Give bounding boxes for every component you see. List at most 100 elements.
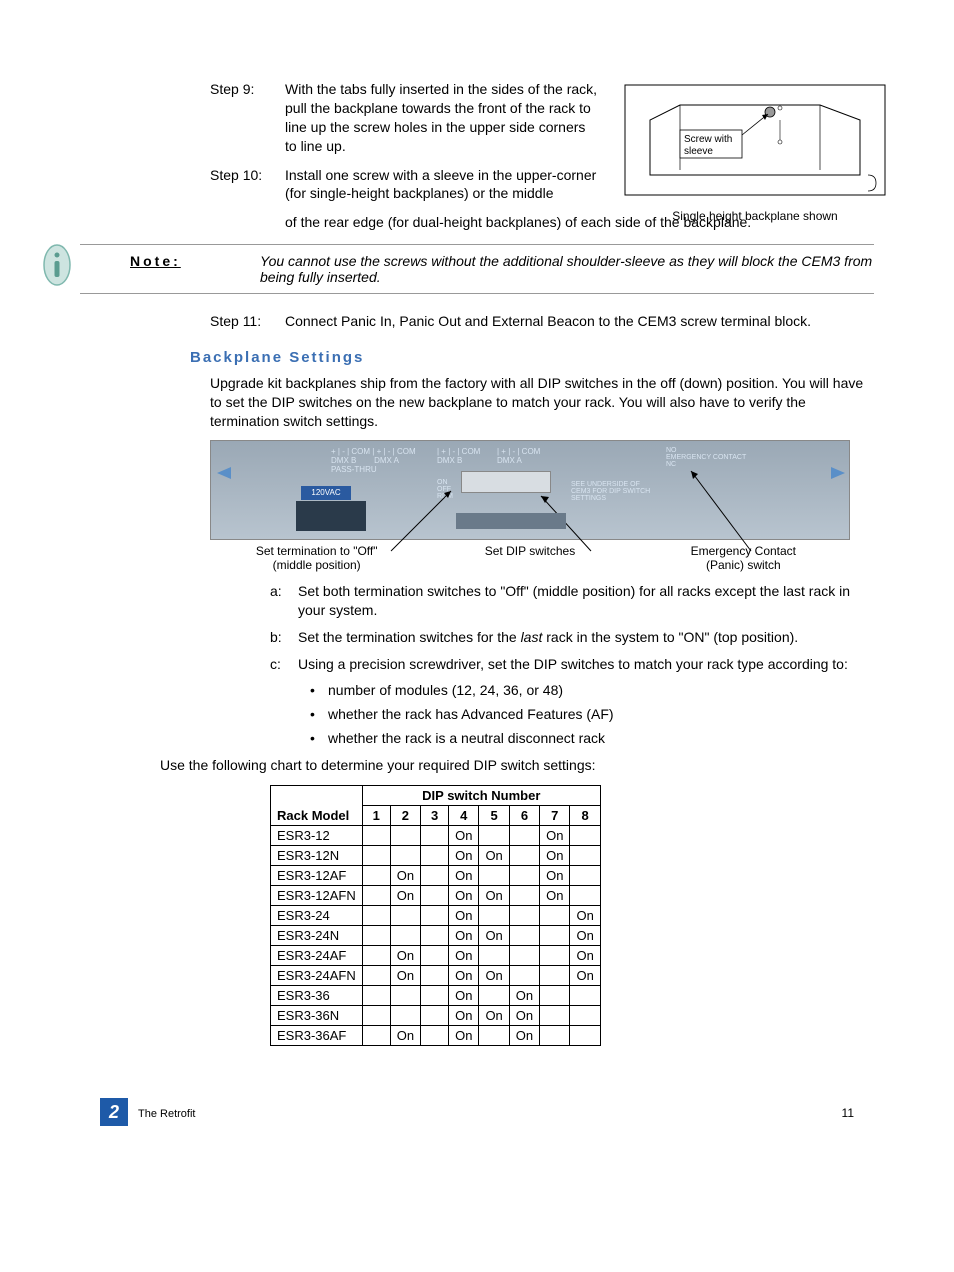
backplane-intro: Upgrade kit backplanes ship from the fac… [210, 374, 874, 431]
rack-model-cell: ESR3-24 [271, 905, 363, 925]
dip-cell: On [449, 845, 479, 865]
dip-cell [390, 1005, 420, 1025]
dip-cell [570, 885, 600, 905]
dip-cell [509, 965, 539, 985]
dip-cell [421, 1005, 449, 1025]
dip-cell: On [570, 925, 600, 945]
arrow-overlay [211, 441, 851, 556]
substep-label: b: [270, 628, 298, 647]
bullet-text: whether the rack is a neutral disconnect… [328, 730, 605, 746]
backplane-photo-figure: + | - | COM | + | - | COM DMX B DMX A PA… [210, 440, 850, 572]
step10-part1: Install one screw with a sleeve in the u… [285, 167, 596, 202]
dip-cell: On [479, 925, 509, 945]
text-italic: last [521, 629, 543, 645]
table-row: ESR3-24 On On [271, 905, 601, 925]
dip-cell [362, 825, 390, 845]
dip-cell: On [390, 885, 420, 905]
dip-cell [479, 825, 509, 845]
dip-cell: On [390, 945, 420, 965]
steps-block: Step 9: With the tabs fully inserted in … [210, 80, 890, 232]
rack-model-cell: ESR3-36N [271, 1005, 363, 1025]
step-body: With the tabs fully inserted in the side… [285, 80, 600, 156]
dip-cell: On [449, 965, 479, 985]
dip-cell [362, 905, 390, 925]
info-icon [42, 243, 72, 290]
text: rack in the system to "ON" (top position… [542, 629, 798, 645]
dip-cell [570, 825, 600, 845]
dip-col-header: 3 [421, 805, 449, 825]
dip-cell: On [570, 905, 600, 925]
dip-cell: On [449, 985, 479, 1005]
dip-cell: On [479, 1005, 509, 1025]
rack-model-cell: ESR3-24AFN [271, 965, 363, 985]
page: Step 9: With the tabs fully inserted in … [0, 0, 954, 1166]
dip-cell [540, 965, 570, 985]
substep-label: a: [270, 582, 298, 620]
table-row: ESR3-24AFOnOnOn [271, 945, 601, 965]
dip-cell: On [390, 965, 420, 985]
text: Set the termination switches for the [298, 629, 521, 645]
table-row: ESR3-12AFOnOnOn [271, 865, 601, 885]
substep-label: c: [270, 655, 298, 674]
dip-cell [540, 1025, 570, 1045]
rack-model-cell: ESR3-12AFN [271, 885, 363, 905]
dip-cell [540, 905, 570, 925]
rack-model-cell: ESR3-24N [271, 925, 363, 945]
rack-model-header: Rack Model [271, 785, 363, 825]
bullet-text: whether the rack has Advanced Features (… [328, 706, 614, 722]
dip-cell: On [449, 1005, 479, 1025]
page-footer: 2 The Retrofit 11 [80, 1086, 874, 1126]
screw-label-line2: sleeve [684, 146, 713, 157]
dip-cell [362, 1005, 390, 1025]
dip-cell: On [390, 1025, 420, 1045]
dip-cell [362, 985, 390, 1005]
section-header-backplane-settings: Backplane Settings [190, 349, 874, 366]
table-row: ESR3-36AFOnOnOn [271, 1025, 601, 1045]
table-row: ESR3-36NOnOnOn [271, 1005, 601, 1025]
dip-cell: On [449, 905, 479, 925]
dip-col-header: 6 [509, 805, 539, 825]
substep-c: c: Using a precision screwdriver, set th… [270, 655, 874, 674]
dip-cell: On [509, 1005, 539, 1025]
dip-cell: On [390, 865, 420, 885]
step-9: Step 9: With the tabs fully inserted in … [210, 80, 600, 156]
dip-cell [570, 1005, 600, 1025]
dip-header-span: DIP switch Number [362, 785, 600, 805]
use-chart-text: Use the following chart to determine you… [160, 756, 874, 775]
figure-screw-sleeve: Screw with sleeve Single height backplan… [620, 80, 890, 223]
dip-cell [540, 1005, 570, 1025]
dip-cell [421, 865, 449, 885]
rack-model-cell: ESR3-12 [271, 825, 363, 845]
dip-cell [362, 945, 390, 965]
table-row: ESR3-24NOnOnOn [271, 925, 601, 945]
dip-cell [390, 825, 420, 845]
bullet-text: number of modules (12, 24, 36, or 48) [328, 682, 563, 698]
bullet-icon: • [310, 730, 328, 746]
table-row: ESR3-12NOnOnOn [271, 845, 601, 865]
dip-cell: On [449, 925, 479, 945]
dip-cell: On [449, 885, 479, 905]
table-row: ESR3-12OnOn [271, 825, 601, 845]
table-row: ESR3-24AFNOnOnOnOn [271, 965, 601, 985]
step-label: Step 10: [210, 166, 285, 204]
dip-cell [570, 865, 600, 885]
dip-cell: On [540, 825, 570, 845]
dip-cell: On [449, 945, 479, 965]
dip-cell [509, 905, 539, 925]
dip-col-header: 8 [570, 805, 600, 825]
substep-body: Set both termination switches to "Off" (… [298, 582, 874, 620]
dip-cell [421, 905, 449, 925]
dip-col-header: 4 [449, 805, 479, 825]
dip-cell [390, 845, 420, 865]
dip-cell: On [449, 1025, 479, 1045]
step-body: Connect Panic In, Panic Out and External… [285, 312, 890, 331]
dip-cell [421, 985, 449, 1005]
table-row: ESR3-12AFNOnOnOnOn [271, 885, 601, 905]
screw-diagram-svg: Screw with sleeve [620, 80, 890, 200]
dip-cell [509, 885, 539, 905]
dip-cell [421, 825, 449, 845]
chapter-badge: 2 [100, 1098, 128, 1126]
dip-cell [509, 925, 539, 945]
dip-cell [362, 845, 390, 865]
dip-cell [390, 905, 420, 925]
